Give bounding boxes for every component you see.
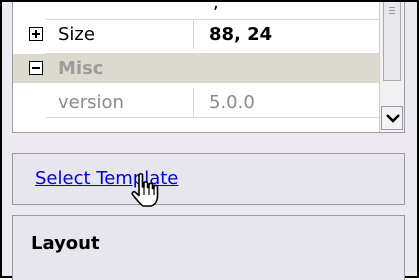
row-divider bbox=[46, 117, 381, 118]
collapse-minus-icon[interactable] bbox=[29, 61, 43, 75]
column-divider bbox=[193, 20, 194, 49]
property-value[interactable]: 88, 24 bbox=[209, 20, 272, 49]
commands-panel: Select Template bbox=[12, 153, 405, 205]
expand-plus-icon[interactable] bbox=[29, 27, 43, 41]
property-grid: , Size 88, 24 Misc version 5.0.0 bbox=[12, 2, 405, 133]
chevron-down-icon bbox=[386, 114, 400, 123]
property-row-size[interactable]: Size 88, 24 bbox=[13, 20, 381, 49]
property-row-version[interactable]: version 5.0.0 bbox=[13, 88, 381, 117]
scroll-down-button[interactable] bbox=[381, 106, 403, 130]
hand-pointer-cursor-icon bbox=[131, 173, 159, 207]
property-value[interactable]: 5.0.0 bbox=[209, 88, 255, 117]
category-row-misc[interactable]: Misc bbox=[13, 54, 381, 83]
scrollbar-thumb[interactable] bbox=[383, 2, 401, 81]
properties-window: , Size 88, 24 Misc version 5.0.0 Select … bbox=[0, 0, 419, 280]
property-name: version bbox=[58, 92, 124, 113]
description-panel: Layout bbox=[12, 215, 405, 280]
description-title: Layout bbox=[31, 233, 100, 254]
column-divider bbox=[193, 88, 194, 117]
vertical-scrollbar[interactable] bbox=[379, 2, 404, 132]
category-name: Misc bbox=[58, 58, 104, 79]
row-gutter bbox=[13, 88, 46, 117]
property-name: Size bbox=[58, 24, 95, 45]
clipped-row-fragment: , bbox=[213, 2, 219, 13]
